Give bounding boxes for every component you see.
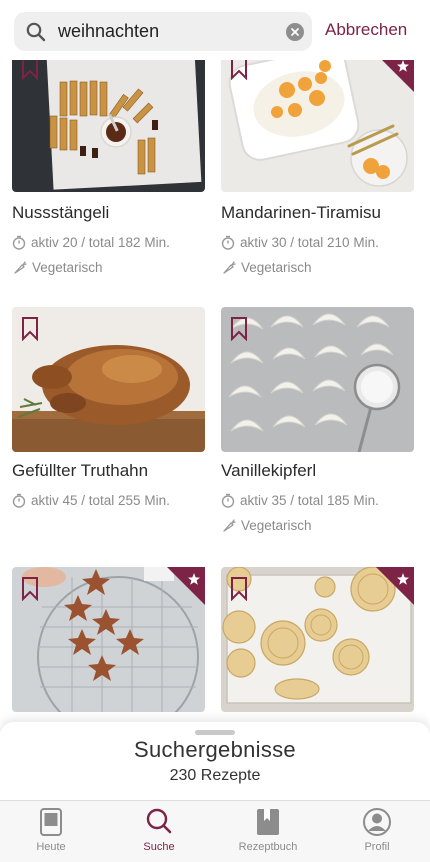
timer-icon <box>12 493 26 508</box>
recipe-card[interactable]: Vanillekipferl aktiv 35 / total 185 Min.… <box>221 307 414 537</box>
timer-icon <box>12 235 26 250</box>
recipe-time-text: aktiv 35 / total 185 Min. <box>240 492 379 508</box>
tab-profil[interactable]: Profil <box>327 801 427 862</box>
carrot-icon <box>223 518 236 532</box>
timer-icon <box>221 493 235 508</box>
tab-label: Suche <box>143 841 175 853</box>
star-corner-icon <box>167 567 205 605</box>
nut-sticks-photo[interactable] <box>12 54 205 192</box>
recipe-tag: Vegetarisch <box>221 515 312 535</box>
recipe-tag: Vegetarisch <box>221 257 312 277</box>
recipe-time: aktiv 35 / total 185 Min. <box>221 490 379 510</box>
carrot-icon <box>223 260 236 274</box>
results-count: 230 Rezepte <box>169 767 261 784</box>
close-icon <box>291 28 299 36</box>
tab-label: Heute <box>36 841 66 853</box>
bookmark-icon[interactable] <box>21 577 39 601</box>
recipe-tag: Vegetarisch <box>12 257 103 277</box>
clear-search-button[interactable] <box>286 23 304 41</box>
recipe-card[interactable]: Nussstängeli aktiv 20 / total 182 Min. V… <box>12 54 205 284</box>
recipe-title: Nussstängeli <box>12 203 110 222</box>
cancel-button[interactable]: Abbrechen <box>325 20 407 40</box>
tab-suche[interactable]: Suche <box>109 801 209 862</box>
tab-heute[interactable]: Heute <box>1 801 101 862</box>
bookmark-icon[interactable] <box>230 317 248 341</box>
recipe-title: Vanillekipferl <box>221 461 317 480</box>
carrot-icon <box>14 260 27 274</box>
tab-rezeptbuch[interactable]: Rezeptbuch <box>218 801 318 862</box>
profile-icon <box>363 808 391 836</box>
search-results-sheet[interactable]: Suchergebnisse 230 Rezepte <box>0 722 430 800</box>
recipe-title: Mandarinen-Tiramisu <box>221 203 381 222</box>
recipe-card[interactable] <box>221 567 414 717</box>
recipe-card[interactable] <box>12 567 205 717</box>
search-icon <box>26 22 46 42</box>
recipe-card[interactable]: Gefüllter Truthahn aktiv 45 / total 255 … <box>12 307 205 510</box>
recipe-time-text: aktiv 45 / total 255 Min. <box>31 492 170 508</box>
recipe-time: aktiv 20 / total 182 Min. <box>12 232 170 252</box>
bookmark-icon[interactable] <box>230 577 248 601</box>
roast-turkey-photo[interactable] <box>12 307 205 452</box>
recipe-card[interactable]: Mandarinen-Tiramisu aktiv 30 / total 210… <box>221 54 414 284</box>
recipe-tag-text: Vegetarisch <box>241 517 312 533</box>
star-corner-icon <box>376 567 414 605</box>
recipe-time: aktiv 30 / total 210 Min. <box>221 232 379 252</box>
vanilla-crescents-photo[interactable] <box>221 307 414 452</box>
sheet-grabber[interactable] <box>195 730 235 735</box>
recipe-book-icon <box>257 809 279 835</box>
timer-icon <box>221 235 235 250</box>
recipe-time-text: aktiv 20 / total 182 Min. <box>31 234 170 250</box>
search-icon <box>146 808 172 834</box>
recipe-time-text: aktiv 30 / total 210 Min. <box>240 234 379 250</box>
bookmark-icon[interactable] <box>21 317 39 341</box>
today-icon <box>40 808 62 836</box>
results-heading: Suchergebnisse <box>134 737 296 762</box>
search-field[interactable] <box>14 12 312 51</box>
recipe-tag-text: Vegetarisch <box>241 259 312 275</box>
tab-label: Profil <box>364 841 390 853</box>
tab-bar: Heute Suche Rezeptbuch Profil <box>0 800 430 862</box>
recipe-time: aktiv 45 / total 255 Min. <box>12 490 170 510</box>
search-input[interactable] <box>58 16 258 47</box>
tab-label: Rezeptbuch <box>238 841 298 853</box>
recipe-title: Gefüllter Truthahn <box>12 461 149 480</box>
recipe-tag-text: Vegetarisch <box>32 259 103 275</box>
search-header: Abbrechen <box>0 0 430 60</box>
